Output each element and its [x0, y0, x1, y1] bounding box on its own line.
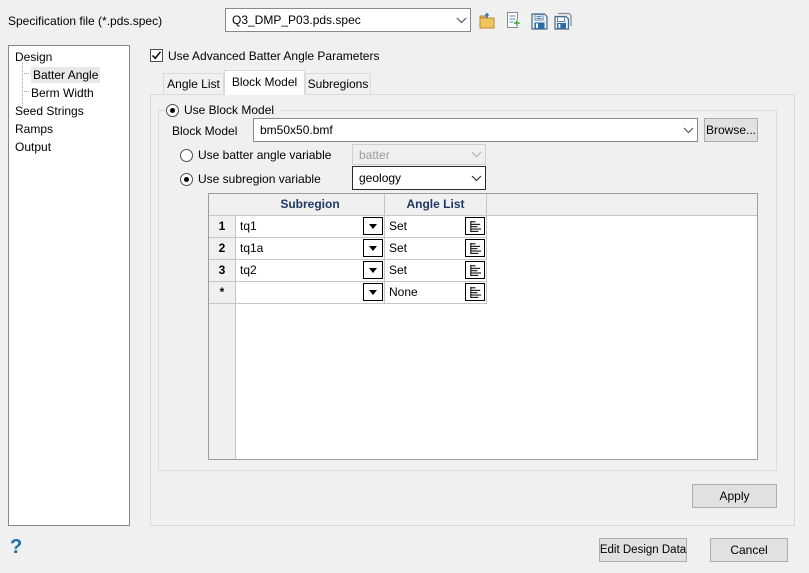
use-block-model-radio[interactable]: Use Block Model — [166, 103, 281, 117]
tree-item-design[interactable]: Design — [15, 49, 52, 65]
dropdown-arrow-icon[interactable] — [363, 261, 383, 279]
apply-button[interactable]: Apply — [692, 484, 777, 508]
chevron-down-icon — [467, 151, 485, 158]
use-subregion-radio[interactable]: Use subregion variable — [180, 172, 321, 186]
cancel-button[interactable]: Cancel — [710, 538, 788, 562]
block-model-label: Block Model — [172, 124, 238, 138]
tree-connector-line — [22, 63, 23, 108]
open-folder-icon[interactable] — [477, 10, 499, 32]
angle-list-cell[interactable]: Set — [385, 260, 487, 282]
tab-subregions[interactable]: Subregions — [305, 73, 371, 94]
tree-connector-line — [22, 73, 29, 74]
subregion-cell[interactable]: tq1 — [236, 216, 385, 238]
browse-button[interactable]: Browse... — [704, 118, 758, 142]
subregion-cell[interactable] — [236, 282, 385, 304]
use-advanced-checkbox[interactable] — [150, 49, 163, 62]
tree-connector-line — [22, 91, 29, 92]
subregion-cell-value: tq1 — [240, 219, 257, 233]
tree-item-output[interactable]: Output — [15, 139, 51, 155]
design-nav-tree: Design Batter Angle Berm Width Seed Stri… — [8, 45, 130, 526]
row-header[interactable]: 2 — [209, 238, 236, 260]
angle-list-editor-icon[interactable] — [465, 239, 485, 257]
help-icon[interactable]: ? — [10, 536, 22, 559]
row-header[interactable]: 1 — [209, 216, 236, 238]
angle-list-cell[interactable]: Set — [385, 238, 487, 260]
angle-list-cell-value: Set — [389, 263, 408, 277]
angle-list-editor-icon[interactable] — [465, 217, 485, 235]
tab-block-model[interactable]: Block Model — [224, 70, 305, 95]
column-header-angle-list[interactable]: Angle List — [385, 194, 487, 216]
use-batter-angle-label: Use batter angle variable — [198, 148, 332, 162]
edit-design-data-button[interactable]: Edit Design Data — [599, 538, 687, 562]
dropdown-arrow-icon[interactable] — [363, 217, 383, 235]
check-icon — [151, 51, 162, 60]
tree-item-ramps[interactable]: Ramps — [15, 121, 53, 137]
tree-item-batter-angle[interactable]: Batter Angle — [31, 67, 101, 83]
radio-off-icon — [180, 148, 193, 162]
angle-list-cell-value: Set — [389, 219, 408, 233]
batter-variable-combobox: batter — [352, 144, 486, 165]
angle-list-cell[interactable]: None — [385, 282, 487, 304]
subregion-angle-table: Subregion Angle List 1 tq1 Set 2 tq1a Se… — [208, 193, 758, 460]
save-icon[interactable] — [528, 10, 550, 32]
spec-file-combobox[interactable]: Q3_DMP_P03.pds.spec — [225, 8, 471, 32]
dropdown-arrow-icon[interactable] — [363, 239, 383, 257]
column-header-subregion[interactable]: Subregion — [236, 194, 385, 216]
angle-list-cell[interactable]: Set — [385, 216, 487, 238]
subregion-cell-value: tq2 — [240, 263, 257, 277]
block-model-value: bm50x50.bmf — [260, 123, 333, 137]
batter-variable-value: batter — [359, 147, 390, 162]
tree-item-berm-width[interactable]: Berm Width — [31, 85, 94, 101]
subregion-variable-value: geology — [359, 171, 402, 185]
save-as-icon[interactable] — [551, 10, 573, 32]
spec-file-label: Specification file (*.pds.spec) — [8, 14, 163, 28]
angle-list-editor-icon[interactable] — [465, 283, 485, 301]
row-header-new[interactable]: * — [209, 282, 236, 304]
tab-angle-list[interactable]: Angle List — [163, 73, 224, 94]
angle-list-cell-value: None — [389, 285, 418, 299]
subregion-cell[interactable]: tq2 — [236, 260, 385, 282]
subregion-variable-combobox[interactable]: geology — [352, 166, 486, 190]
block-model-combobox[interactable]: bm50x50.bmf — [253, 118, 698, 142]
chevron-down-icon[interactable] — [452, 17, 470, 24]
use-advanced-label: Use Advanced Batter Angle Parameters — [168, 49, 380, 63]
angle-list-editor-icon[interactable] — [465, 261, 485, 279]
use-subregion-label: Use subregion variable — [198, 172, 321, 186]
dropdown-arrow-icon[interactable] — [363, 283, 383, 301]
radio-on-icon — [180, 172, 193, 186]
subregion-cell[interactable]: tq1a — [236, 238, 385, 260]
tree-item-seed-strings[interactable]: Seed Strings — [15, 103, 84, 119]
angle-list-cell-value: Set — [389, 241, 408, 255]
use-block-model-label: Use Block Model — [184, 103, 275, 117]
radio-on-icon — [166, 103, 179, 117]
subregion-cell-value: tq1a — [240, 241, 264, 255]
spec-file-value: Q3_DMP_P03.pds.spec — [232, 13, 361, 27]
chevron-down-icon[interactable] — [679, 127, 697, 134]
chevron-down-icon[interactable] — [467, 175, 485, 182]
use-batter-angle-radio[interactable]: Use batter angle variable — [180, 148, 331, 162]
new-spec-icon[interactable] — [503, 10, 525, 32]
row-header[interactable]: 3 — [209, 260, 236, 282]
